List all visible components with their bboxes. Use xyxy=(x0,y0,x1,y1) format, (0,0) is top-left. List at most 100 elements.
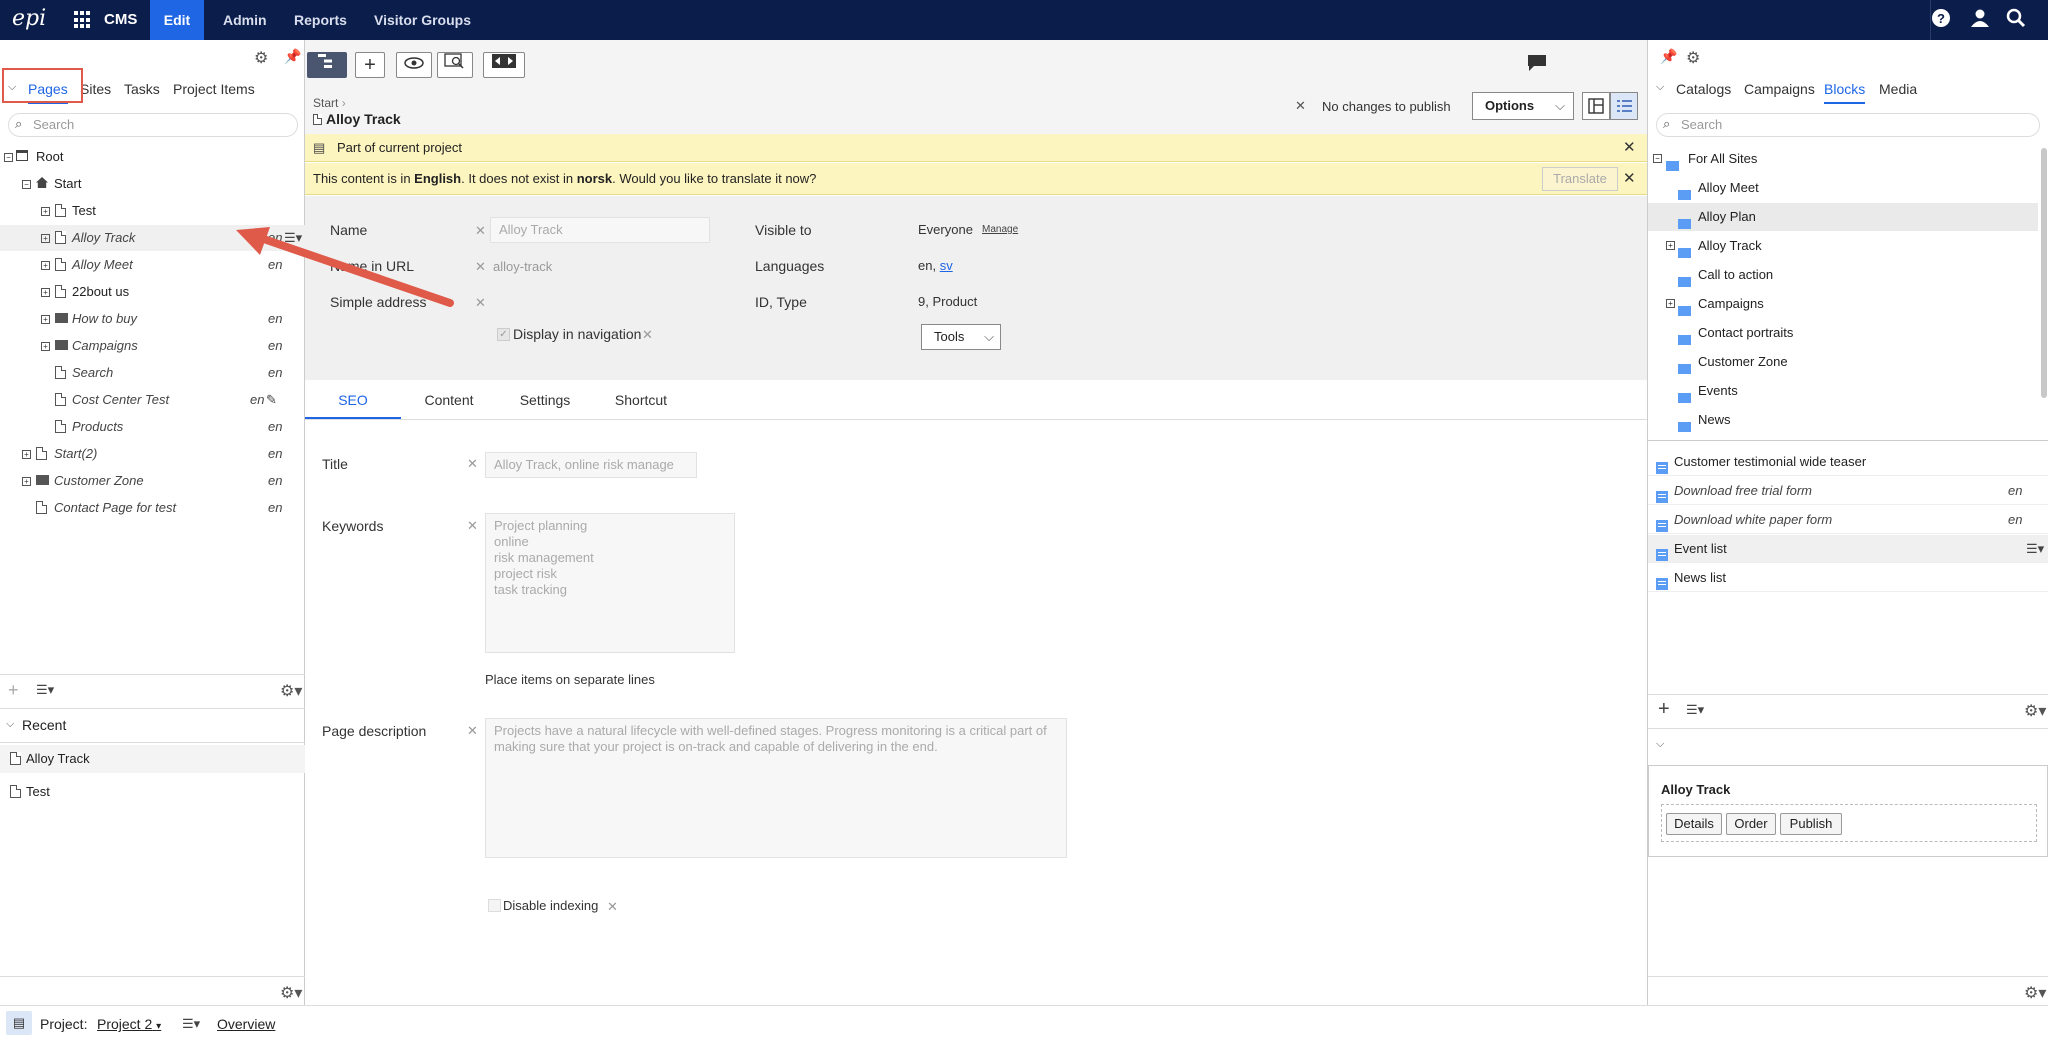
tab-shortcut[interactable]: Shortcut xyxy=(593,381,689,419)
expand-icon[interactable]: + xyxy=(1666,299,1675,308)
add-icon[interactable]: + xyxy=(8,680,19,701)
tab-project-items[interactable]: Project Items xyxy=(173,74,255,104)
block-item[interactable]: Event list ☰▾ xyxy=(1648,535,2048,563)
expand-icon[interactable]: + xyxy=(22,450,31,459)
on-page-edit-button[interactable] xyxy=(1582,92,1610,120)
gear-icon[interactable]: ⚙▾ xyxy=(2024,983,2046,1003)
tree-item-test[interactable]: + Test xyxy=(0,198,290,224)
tree-item-campaigns[interactable]: + Campaigns en xyxy=(0,333,290,359)
tab-campaigns[interactable]: Campaigns xyxy=(1744,74,1815,104)
folder-alloy-plan[interactable]: Alloy Plan xyxy=(1648,203,2038,231)
collapse-chevron-icon[interactable]: ⌵ xyxy=(6,718,14,731)
expand-icon[interactable]: + xyxy=(41,288,50,297)
tab-sites[interactable]: Sites xyxy=(80,74,111,104)
keywords-textarea[interactable]: Project planning online risk management … xyxy=(485,513,735,653)
app-grid-icon[interactable] xyxy=(74,11,92,29)
order-button[interactable]: Order xyxy=(1726,813,1776,835)
translate-button[interactable]: Translate xyxy=(1542,167,1618,191)
recent-item[interactable]: Test xyxy=(0,778,305,806)
gear-icon[interactable]: ⚙ xyxy=(254,48,268,68)
block-item[interactable]: Download white paper form en xyxy=(1648,506,2048,534)
nav-reports[interactable]: Reports xyxy=(294,0,347,40)
tools-dropdown[interactable]: Tools ⌵ xyxy=(921,324,1001,350)
block-item[interactable]: Download free trial form en xyxy=(1648,477,2048,505)
project-menu-icon[interactable]: ☰▾ xyxy=(182,1016,200,1032)
name-input[interactable]: Alloy Track xyxy=(490,217,710,243)
blocks-search[interactable]: ⌕ Search xyxy=(1656,113,2040,137)
tree-item-cost-center-test[interactable]: Cost Center Test en ✎ xyxy=(0,387,290,413)
folder-alloy-meet[interactable]: Alloy Meet xyxy=(1648,174,2038,202)
seo-title-input[interactable]: Alloy Track, online risk manage xyxy=(485,452,697,478)
gear-icon[interactable]: ⚙▾ xyxy=(2024,701,2046,721)
publish-button[interactable]: Publish xyxy=(1780,813,1842,835)
page-description-textarea[interactable]: Projects have a natural lifecycle with w… xyxy=(485,718,1067,858)
epi-logo[interactable]: epi xyxy=(12,8,54,32)
breadcrumb-item[interactable]: Start xyxy=(313,96,338,110)
nav-visitor-groups[interactable]: Visitor Groups xyxy=(374,0,471,40)
pin-icon[interactable]: 📌 xyxy=(1660,48,1677,65)
expand-icon[interactable]: + xyxy=(41,315,50,324)
comments-icon[interactable] xyxy=(1527,54,1547,77)
all-properties-button[interactable] xyxy=(1610,92,1638,120)
tree-item-search[interactable]: Search en xyxy=(0,360,290,386)
tree-item-contact-page[interactable]: Contact Page for test en xyxy=(0,495,290,521)
collapse-icon[interactable]: − xyxy=(4,153,13,162)
expand-icon[interactable]: + xyxy=(22,477,31,486)
search-icon[interactable] xyxy=(2004,8,2028,32)
gear-icon[interactable]: ⚙▾ xyxy=(280,681,302,701)
context-menu-icon[interactable]: ☰▾ xyxy=(2026,535,2044,563)
folder-news[interactable]: News xyxy=(1648,406,2038,434)
collapse-icon[interactable]: − xyxy=(1653,154,1662,163)
gear-icon[interactable]: ⚙ xyxy=(1686,48,1700,68)
tab-tasks[interactable]: Tasks xyxy=(124,74,160,104)
compare-button[interactable] xyxy=(483,52,525,78)
folder-customer-zone[interactable]: Customer Zone xyxy=(1648,348,2038,376)
language-sv-link[interactable]: sv xyxy=(940,258,953,273)
menu-icon[interactable]: ☰▾ xyxy=(36,682,54,698)
tab-seo[interactable]: SEO xyxy=(305,381,401,419)
add-content-button[interactable]: + xyxy=(355,52,385,78)
gear-icon[interactable]: ⚙▾ xyxy=(280,983,302,1003)
tab-content[interactable]: Content xyxy=(401,381,497,419)
user-icon[interactable] xyxy=(1968,8,1992,32)
recent-item[interactable]: Alloy Track xyxy=(0,745,305,773)
tree-item-start-2[interactable]: + Start(2) en xyxy=(0,441,290,467)
display-in-navigation-checkbox[interactable]: ✓ xyxy=(497,328,510,341)
name-in-url-value[interactable]: alloy-track xyxy=(493,259,552,274)
page-tree-toggle-button[interactable] xyxy=(307,52,347,78)
manage-link[interactable]: Manage xyxy=(982,224,1018,235)
collapse-chevron-icon[interactable]: ⌵ xyxy=(1656,738,1664,751)
folder-scrollbar[interactable] xyxy=(2041,148,2047,398)
tree-item-customer-zone[interactable]: + Customer Zone en xyxy=(0,468,290,494)
expand-icon[interactable]: + xyxy=(41,342,50,351)
breadcrumb[interactable]: Start › xyxy=(313,96,346,110)
close-icon[interactable]: ✕ xyxy=(1623,169,1636,187)
options-button[interactable]: Options ⌵ xyxy=(1472,92,1574,120)
tree-item-start[interactable]: − Start xyxy=(0,171,290,197)
close-icon[interactable]: ✕ xyxy=(1623,138,1636,156)
folder-contact-portraits[interactable]: Contact portraits xyxy=(1648,319,2038,347)
expand-icon[interactable]: + xyxy=(1666,241,1675,250)
tree-item-products[interactable]: Products en xyxy=(0,414,290,440)
block-item[interactable]: Customer testimonial wide teaser xyxy=(1648,448,2048,476)
folder-for-all-sites[interactable]: − For All Sites xyxy=(1648,145,2038,173)
folder-call-to-action[interactable]: Call to action xyxy=(1648,261,2038,289)
folder-alloy-track[interactable]: + Alloy Track xyxy=(1648,232,2038,260)
project-icon[interactable]: ▤ xyxy=(6,1011,32,1035)
folder-events[interactable]: Events xyxy=(1648,377,2038,405)
splitter[interactable] xyxy=(1648,440,2048,441)
overview-link[interactable]: Overview xyxy=(217,1016,275,1032)
nav-admin[interactable]: Admin xyxy=(223,0,267,40)
folder-campaigns[interactable]: + Campaigns xyxy=(1648,290,2038,318)
tab-catalogs[interactable]: Catalogs xyxy=(1676,74,1731,104)
disable-indexing-checkbox[interactable] xyxy=(488,899,501,912)
tab-media[interactable]: Media xyxy=(1879,74,1917,104)
tab-blocks[interactable]: Blocks xyxy=(1824,74,1866,104)
tree-item-root[interactable]: − Root xyxy=(0,144,290,170)
help-icon[interactable]: ? xyxy=(1929,8,1953,32)
page-tree-search[interactable]: ⌕ Search xyxy=(8,113,298,137)
nav-edit[interactable]: Edit xyxy=(150,0,204,40)
project-selector[interactable]: Project 2 ▾ xyxy=(97,1016,161,1032)
details-button[interactable]: Details xyxy=(1666,813,1722,835)
pin-icon[interactable]: 📌 xyxy=(284,48,301,65)
